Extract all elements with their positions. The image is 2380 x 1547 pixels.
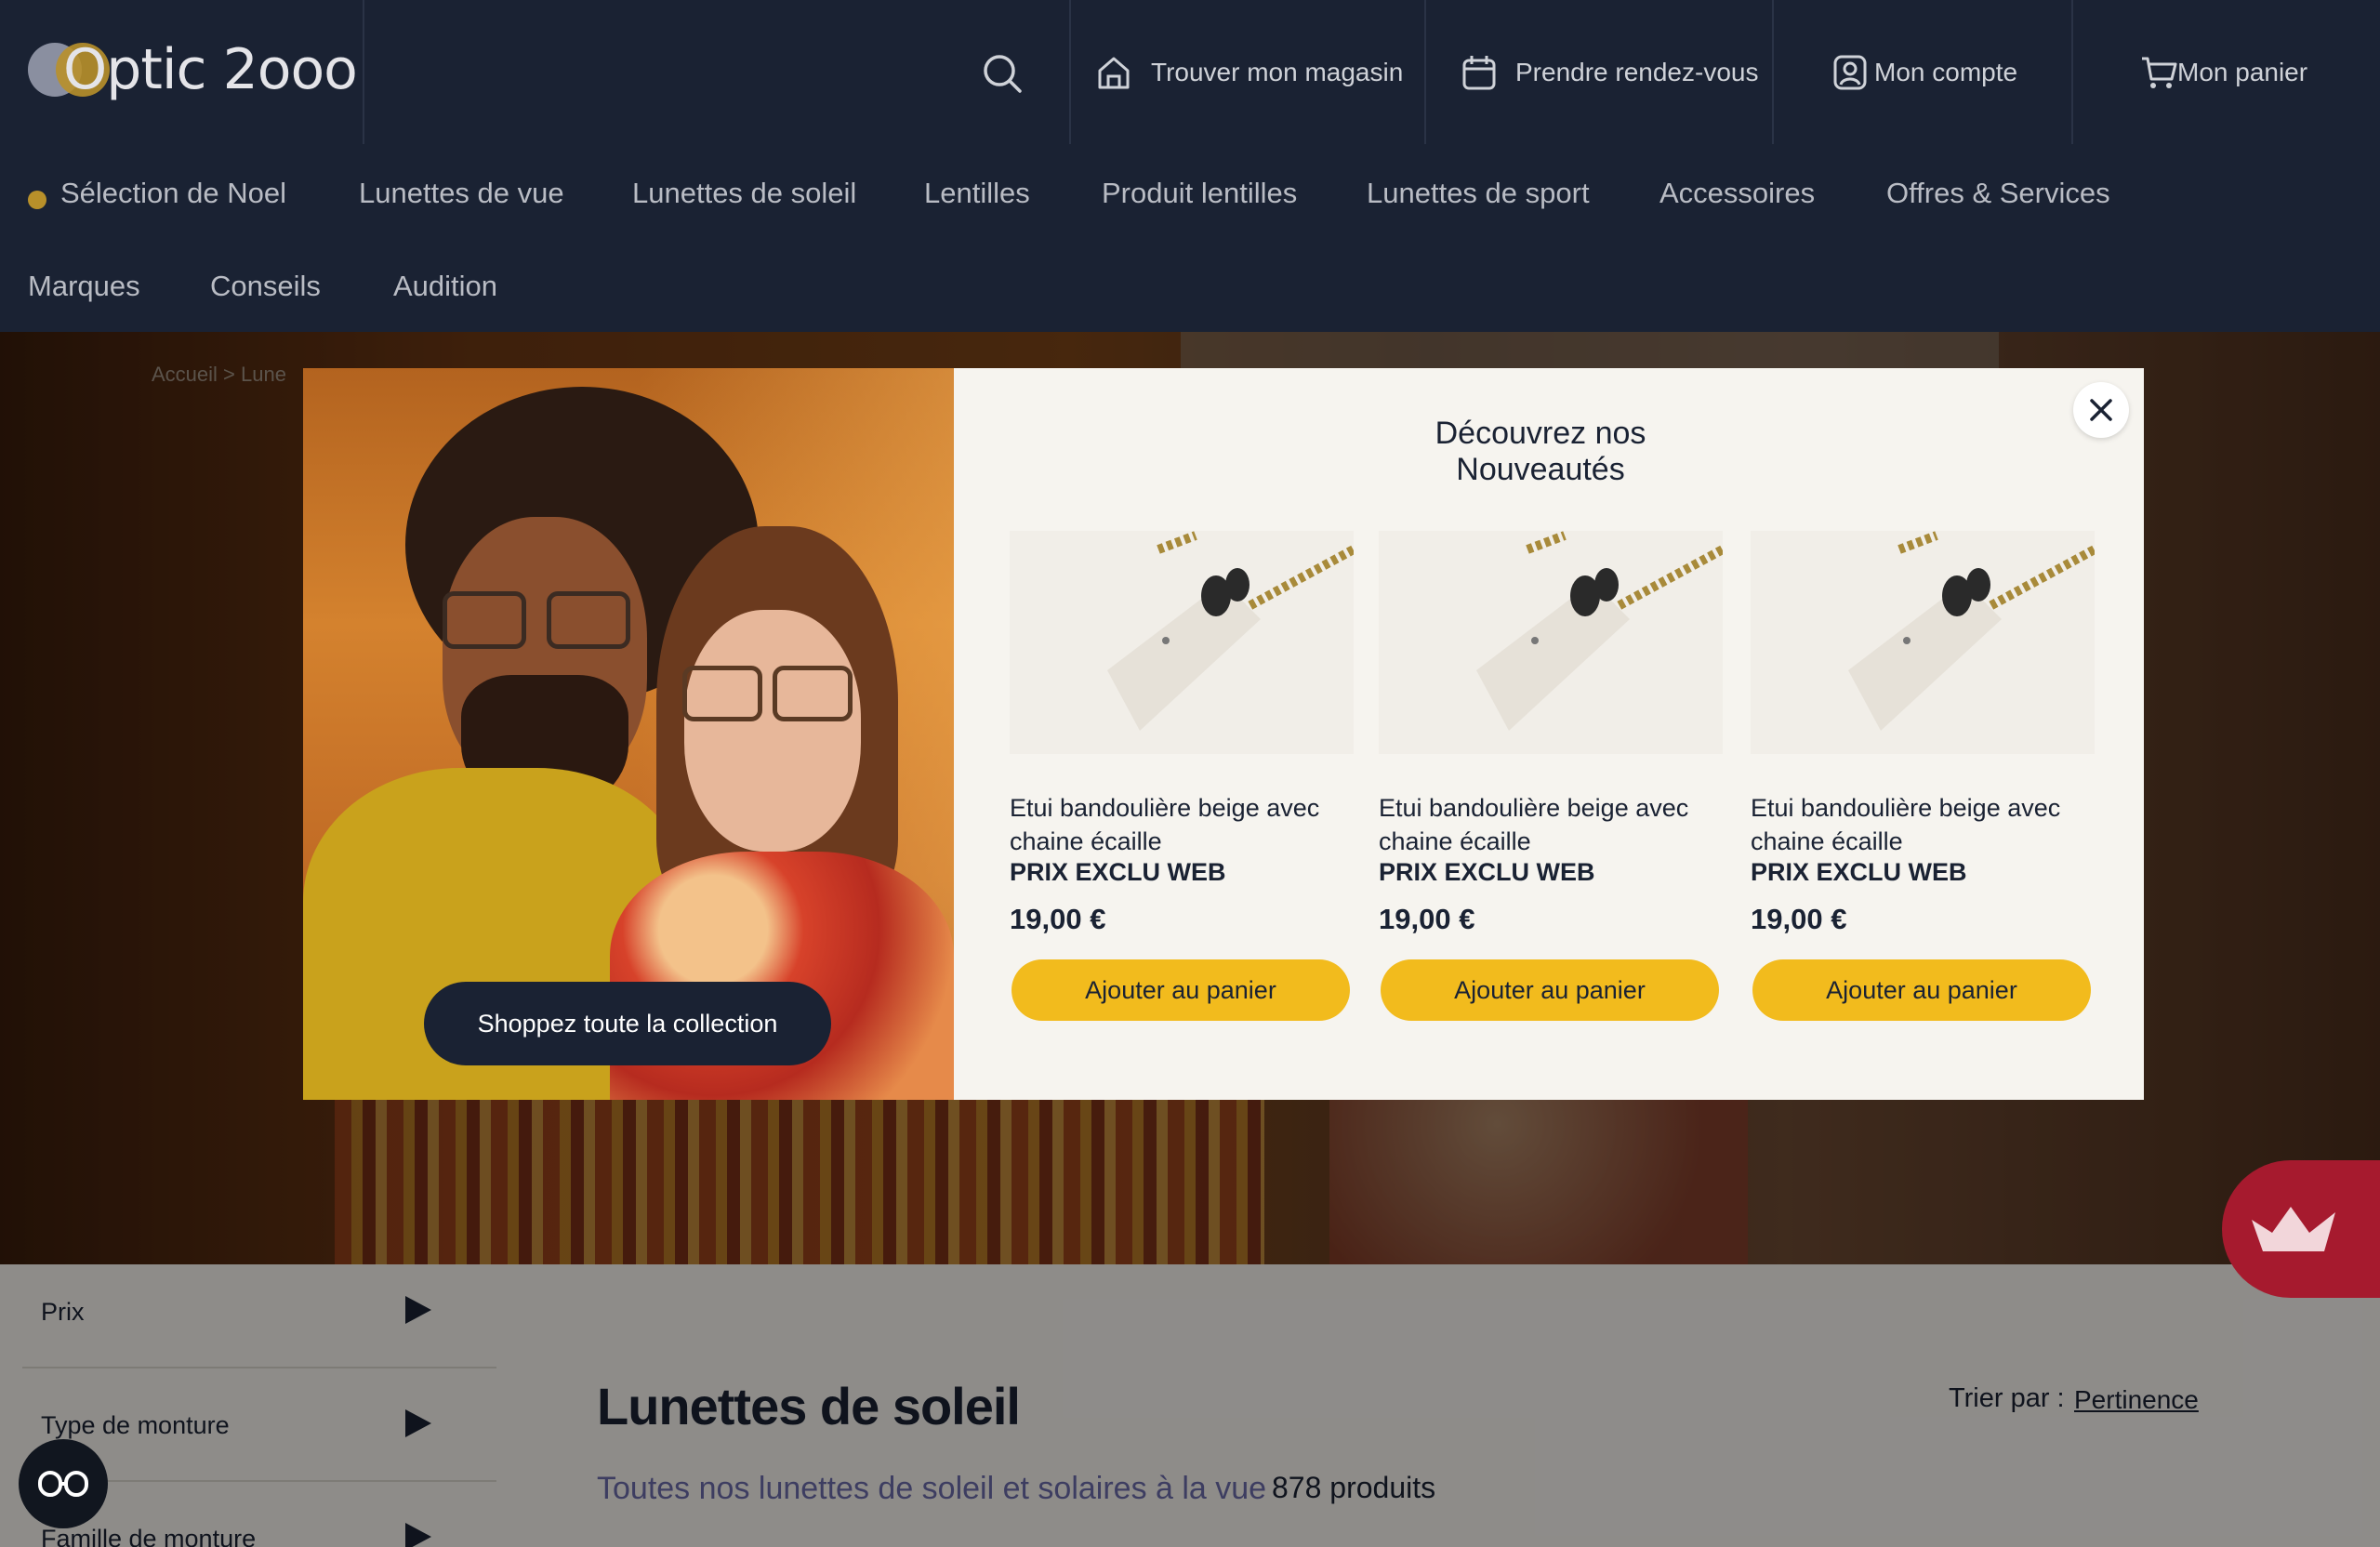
header-divider bbox=[363, 0, 364, 144]
product-image bbox=[1751, 531, 2095, 754]
optic2000-logo[interactable]: Optic 2ooo bbox=[28, 35, 363, 110]
crown-boat-icon bbox=[2252, 1207, 2335, 1251]
appointment-link[interactable]: Prendre rendez-vous bbox=[1461, 0, 1758, 144]
store-icon bbox=[1098, 57, 1130, 88]
product-image bbox=[1010, 531, 1354, 754]
menu-item-lunettes-de-soleil[interactable]: Lunettes de soleil bbox=[632, 177, 856, 210]
menu-item-accessoires[interactable]: Accessoires bbox=[1659, 177, 1815, 210]
product-card[interactable]: Etui bandoulière beige avec chaine écail… bbox=[1751, 531, 2095, 1051]
find-store-link[interactable]: Trouver mon magasin bbox=[1095, 0, 1403, 144]
modal-title: Découvrez nos Nouveautés bbox=[1435, 416, 1646, 487]
menu-item-offres-services[interactable]: Offres & Services bbox=[1886, 177, 2110, 210]
product-card[interactable]: Etui bandoulière beige avec chaine écail… bbox=[1010, 531, 1354, 1051]
product-name[interactable]: Etui bandoulière beige avec chaine écail… bbox=[1010, 791, 1354, 858]
menu-item-lunettes-de-vue[interactable]: Lunettes de vue bbox=[359, 177, 564, 210]
product-tag: PRIX EXCLU WEB bbox=[1751, 858, 1967, 886]
header-divider bbox=[2071, 0, 2073, 144]
new-arrivals-modal: Shoppez toute la collection Découvrez no… bbox=[303, 368, 2144, 1100]
photo-glasses bbox=[443, 591, 526, 649]
header-divider bbox=[1772, 0, 1774, 144]
photo-woman-face bbox=[684, 610, 861, 852]
main-menu: Sélection de Noel Lunettes de vue Lunett… bbox=[0, 144, 2380, 332]
accessibility-button[interactable] bbox=[19, 1439, 108, 1528]
product-price: 19,00 € bbox=[1751, 903, 1847, 935]
product-price: 19,00 € bbox=[1010, 903, 1106, 935]
product-price: 19,00 € bbox=[1379, 903, 1475, 935]
cart-label: Mon panier bbox=[2177, 57, 2308, 86]
menu-item-marques[interactable]: Marques bbox=[28, 270, 140, 303]
menu-item-lentilles[interactable]: Lentilles bbox=[924, 177, 1030, 210]
menu-item-noel[interactable]: Sélection de Noel bbox=[60, 177, 286, 210]
find-store-label: Trouver mon magasin bbox=[1151, 57, 1404, 86]
noel-dot-icon bbox=[28, 191, 46, 209]
cart-icon bbox=[2142, 57, 2177, 88]
cart-link[interactable]: Mon panier bbox=[2140, 0, 2307, 144]
close-button[interactable] bbox=[2073, 382, 2129, 438]
product-tag: PRIX EXCLU WEB bbox=[1010, 858, 1226, 886]
product-tag: PRIX EXCLU WEB bbox=[1379, 858, 1595, 886]
photo-glasses bbox=[773, 666, 853, 721]
menu-item-produit-lentilles[interactable]: Produit lentilles bbox=[1102, 177, 1297, 210]
product-name[interactable]: Etui bandoulière beige avec chaine écail… bbox=[1379, 791, 1723, 858]
top-header: Optic 2ooo Trouver mon magasin Prendre r… bbox=[0, 0, 2380, 144]
menu-item-audition[interactable]: Audition bbox=[393, 270, 497, 303]
header-divider bbox=[1069, 0, 1071, 144]
loyalty-widget[interactable] bbox=[2222, 1160, 2380, 1298]
collection-photo: Shoppez toute la collection bbox=[303, 368, 954, 1100]
account-icon bbox=[1833, 55, 1867, 89]
menu-item-conseils[interactable]: Conseils bbox=[210, 270, 321, 303]
appointment-label: Prendre rendez-vous bbox=[1515, 57, 1759, 86]
accessibility-glasses-icon bbox=[38, 1471, 88, 1497]
account-label: Mon compte bbox=[1874, 57, 2018, 86]
add-to-cart-button[interactable]: Ajouter au panier bbox=[1752, 959, 2091, 1021]
add-to-cart-button[interactable]: Ajouter au panier bbox=[1012, 959, 1350, 1021]
product-image bbox=[1379, 531, 1723, 754]
account-link[interactable]: Mon compte bbox=[1833, 0, 2017, 144]
logo-text: Optic 2ooo bbox=[63, 37, 358, 102]
header-divider bbox=[1424, 0, 1426, 144]
add-to-cart-button[interactable]: Ajouter au panier bbox=[1381, 959, 1719, 1021]
photo-glasses bbox=[682, 666, 762, 721]
close-icon bbox=[2090, 399, 2112, 421]
product-card[interactable]: Etui bandoulière beige avec chaine écail… bbox=[1379, 531, 1723, 1051]
search-icon[interactable] bbox=[981, 52, 1024, 95]
photo-glasses bbox=[547, 591, 630, 649]
menu-item-lunettes-de-sport[interactable]: Lunettes de sport bbox=[1367, 177, 1590, 210]
product-name[interactable]: Etui bandoulière beige avec chaine écail… bbox=[1751, 791, 2095, 858]
shop-collection-button[interactable]: Shoppez toute la collection bbox=[424, 982, 831, 1065]
calendar-icon bbox=[1462, 55, 1496, 89]
